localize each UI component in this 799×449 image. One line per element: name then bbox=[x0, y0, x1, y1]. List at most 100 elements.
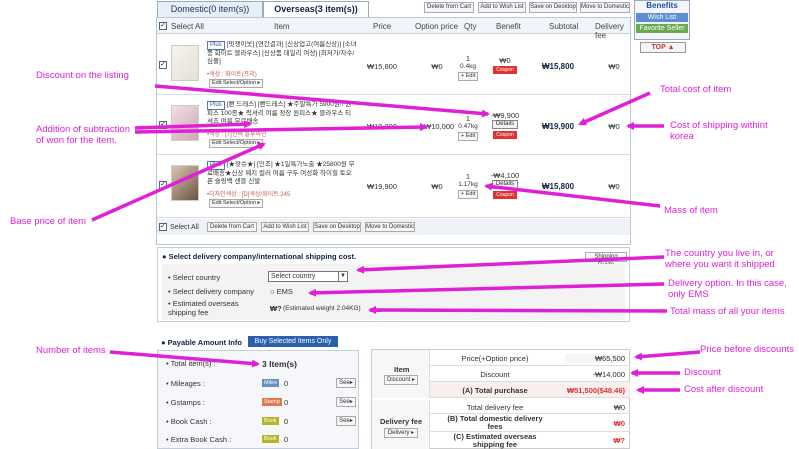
coupon-like-badge[interactable]: Coupon like bbox=[493, 191, 517, 206]
item-checkbox[interactable]: ✓ bbox=[159, 121, 167, 129]
select-all-label: Select All bbox=[171, 22, 204, 31]
item-group-label: Item bbox=[394, 365, 410, 374]
country-select-value: Select country bbox=[271, 273, 316, 280]
header-item: Item bbox=[274, 22, 290, 31]
move-to-domestic-bottom-button[interactable]: Move to Domestic bbox=[365, 222, 415, 232]
domestic-delivery-label: (B) Total domestic delivery fees bbox=[447, 414, 543, 431]
mileage-label: • Mileages : bbox=[166, 379, 205, 388]
discount-label: Discount bbox=[480, 370, 510, 379]
select-all-bottom-checkbox[interactable]: ✓ bbox=[159, 223, 167, 231]
delete-from-cart-bottom-button[interactable]: Delete from Cart bbox=[207, 222, 257, 232]
see-mileage-button[interactable]: See▸ bbox=[336, 378, 356, 388]
discount-row: Discount -₩14,000 bbox=[430, 366, 630, 382]
favorite-seller-button[interactable]: Favorite Seller bbox=[636, 24, 688, 33]
qty-edit-button[interactable]: + Edit bbox=[458, 190, 479, 199]
price-label: Price(+Option price) bbox=[461, 354, 529, 363]
see-gstamp-button[interactable]: See▸ bbox=[336, 397, 356, 407]
shipping-guide-button[interactable]: Shipping Guide bbox=[585, 252, 627, 268]
book-cash-label: • Book Cash : bbox=[166, 417, 212, 426]
item-title-text: [빤 드레스] [빤드레스] ★주말특가 5900원!! 원피스 100종★ 럭… bbox=[207, 101, 352, 125]
delivery-heading: ● Select delivery company/international … bbox=[162, 252, 357, 261]
save-on-desktop-bottom-button[interactable]: Save on Desktop bbox=[313, 222, 361, 232]
item-weight: 0.4kg bbox=[460, 63, 476, 70]
arrow-price-before bbox=[634, 350, 701, 361]
item-checkbox[interactable]: ✓ bbox=[159, 181, 167, 189]
delivery-company-label: • Select delivery company bbox=[168, 287, 255, 296]
item-title-text: [★핫슈★] [인조] ★1일특가노출 ★25800원 무료배송★신상 웨지 컬… bbox=[207, 161, 355, 185]
item-option: •색상 : [7]선택 블루와인 bbox=[207, 132, 267, 138]
item-title[interactable]: Plus [빤 드레스] [빤드레스] ★주말특가 5900원!! 원피스 100… bbox=[207, 101, 357, 126]
delivery-group-label: Delivery fee bbox=[380, 417, 423, 426]
tab-domestic[interactable]: Domestic(0 item(s)) bbox=[157, 1, 263, 17]
item-subtotal: ₩15,800 bbox=[542, 62, 575, 71]
annotation-total-cost: Total cost of item bbox=[660, 84, 732, 95]
country-select[interactable]: Select country ▼ bbox=[268, 271, 348, 282]
qty-edit-button[interactable]: + Edit bbox=[458, 132, 479, 141]
item-title[interactable]: Plus [★핫슈★] [인조] ★1일특가노출 ★25800원 무료배송★신상 … bbox=[207, 161, 357, 186]
shipping-fee-value: ₩? bbox=[270, 304, 282, 313]
annotation-mass: Mass of item bbox=[664, 205, 718, 216]
annotation-num-items: Number of items bbox=[36, 345, 106, 356]
buy-selected-button[interactable]: Buy Selected Items Only bbox=[248, 336, 338, 347]
coupon-like-badge[interactable]: Coupon like bbox=[493, 131, 517, 146]
item-thumbnail[interactable] bbox=[171, 45, 199, 81]
overseas-shipping-label: (C) Estimated overseas shipping fee bbox=[453, 432, 537, 449]
discount-button[interactable]: Discount ▸ bbox=[384, 375, 418, 385]
details-button[interactable]: Details bbox=[492, 120, 518, 129]
item-title[interactable]: Plus [멋쟁이옷] [연간결과] [신상업고(여름신상)] [소녀풍 화이트 … bbox=[207, 41, 357, 66]
see-book-cash-button[interactable]: See▸ bbox=[336, 416, 356, 426]
delivery-section: ● Select delivery company/international … bbox=[157, 247, 630, 322]
details-button[interactable]: Details bbox=[492, 180, 518, 189]
item-price: ₩19,900 bbox=[366, 182, 398, 191]
header-option-price: Option price bbox=[415, 22, 459, 31]
estimated-weight-note: (Estimated weight 2.04KG) bbox=[283, 305, 361, 312]
edit-option-button[interactable]: Edit Select/Option ▸ bbox=[209, 79, 264, 88]
top-button[interactable]: TOP ▲ bbox=[640, 42, 686, 53]
item-benefit: -₩9,900 bbox=[490, 111, 520, 120]
table-row: ✓ Plus [★핫슈★] [인조] ★1일특가노출 ★25800원 무료배송★신… bbox=[157, 155, 630, 218]
extra-book-cash-label: • Extra Book Cash : bbox=[166, 435, 232, 444]
select-all-checkbox[interactable]: ✓ bbox=[159, 22, 167, 30]
item-subtotal: ₩15,800 bbox=[542, 182, 575, 191]
edit-option-button[interactable]: Edit Select/Option ▸ bbox=[209, 139, 264, 148]
total-purchase-label: (A) Total purchase bbox=[462, 386, 528, 395]
item-checkbox[interactable]: ✓ bbox=[159, 61, 167, 69]
shipping-fee-label: • Estimated overseas shipping fee bbox=[168, 299, 239, 317]
header-qty: Qty bbox=[464, 22, 477, 31]
item-option: •디자인색상 : [D]색상/화이트 245 bbox=[207, 192, 291, 198]
delete-from-cart-button[interactable]: Delete from Cart bbox=[424, 2, 474, 13]
item-thumbnail[interactable] bbox=[171, 165, 199, 201]
item-title-text: [멋쟁이옷] [연간결과] [신상업고(여름신상)] [소녀풍 화이트 블라우스… bbox=[207, 41, 357, 65]
domestic-delivery-value: ₩0 bbox=[613, 419, 625, 428]
edit-option-button[interactable]: Edit Select/Option ▸ bbox=[209, 199, 264, 208]
gstamp-value: 0 bbox=[284, 398, 289, 407]
item-qty: 1 bbox=[465, 114, 471, 123]
qty-edit-button[interactable]: + Edit bbox=[458, 72, 479, 81]
tab-overseas[interactable]: Overseas(3 item(s)) bbox=[263, 1, 369, 17]
save-on-desktop-button[interactable]: Save on Desktop bbox=[529, 2, 577, 13]
header-subtotal: Subtotal bbox=[549, 22, 579, 31]
total-purchase-row: (A) Total purchase ₩51,500($48.46) bbox=[430, 382, 630, 398]
total-delivery-label: Total delivery fee bbox=[466, 403, 524, 412]
annotation-discount2: Discount bbox=[684, 367, 721, 378]
price-row: Price(+Option price) ₩65,500 bbox=[430, 350, 630, 366]
coupon-like-badge[interactable]: Coupon like bbox=[493, 66, 517, 81]
ems-radio[interactable]: ○ EMS bbox=[270, 287, 293, 296]
stamp-badge: Stamp bbox=[262, 398, 282, 406]
item-option: •색상 : 화이트(프리) bbox=[207, 72, 257, 78]
item-group-cell bbox=[372, 350, 430, 398]
annotation-total-mass: Total mass of all your items bbox=[670, 306, 785, 317]
payable-heading: ● Payable Amount Info bbox=[161, 338, 242, 347]
mileage-value: 0 bbox=[284, 379, 289, 388]
add-to-wishlist-bottom-button[interactable]: Add to Wish List bbox=[261, 222, 309, 232]
add-to-wishlist-button[interactable]: Add to Wish List bbox=[478, 2, 526, 13]
annotation-base-price: Base price of item bbox=[10, 216, 87, 227]
delivery-button[interactable]: Delivery ▸ bbox=[384, 428, 418, 438]
item-thumbnail[interactable] bbox=[171, 105, 199, 141]
wish-list-button[interactable]: Wish List bbox=[636, 13, 688, 22]
move-to-domestic-button[interactable]: Move to Domestic bbox=[580, 2, 630, 13]
item-qty: 1 bbox=[465, 172, 471, 181]
item-price: ₩19,800 bbox=[366, 122, 398, 131]
annotation-addition: Addition of subtraction of won for the i… bbox=[36, 124, 131, 146]
total-items-value: 3 Item(s) bbox=[262, 359, 297, 369]
